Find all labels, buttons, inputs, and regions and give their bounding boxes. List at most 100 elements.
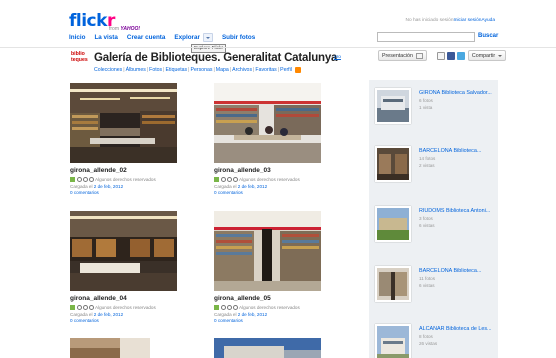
nav-home[interactable]: Inicio [69, 34, 85, 41]
license-text[interactable]: Algunos derechos reservados [95, 305, 156, 310]
gallery-thumbnail[interactable] [375, 324, 411, 358]
photo-thumbnail[interactable] [214, 83, 321, 163]
subnav-albums[interactable]: Álbumes [126, 67, 146, 73]
photo-title[interactable]: girona_allende_03 [214, 167, 321, 174]
photo-title[interactable]: girona_allende_02 [70, 167, 177, 174]
gallery-view-count: 2 vistas [419, 163, 435, 168]
gallery-title[interactable]: ALCANAR Biblioteca de Les... [419, 326, 492, 333]
subnav-archives[interactable]: Archivos [232, 67, 252, 73]
comments-link[interactable]: 0 comentarios [70, 190, 177, 195]
photo-thumbnail[interactable] [70, 211, 177, 291]
cc-nc-icon [233, 305, 238, 310]
license-text[interactable]: Algunos derechos reservados [239, 177, 300, 182]
gallery-view-count: 1 vista [419, 105, 433, 110]
sidebar-gallery-item[interactable]: GIRONA Biblioteca Salvador... 6 fotos 1 … [375, 88, 495, 136]
comments-link[interactable]: 0 comentarios [70, 318, 177, 323]
nav-explore-label[interactable]: Explorar [174, 34, 200, 41]
comments-link[interactable]: 0 comentarios [214, 190, 321, 195]
gallery-title[interactable]: GIRONA Biblioteca Salvador... [419, 90, 492, 97]
license-icon [70, 305, 75, 310]
badge-line-2: teques [71, 56, 88, 63]
photo-upload-date: Cargada el 2 de feb, 2012 [214, 184, 268, 189]
upload-date-link[interactable]: 2 de feb, 2012 [94, 184, 123, 189]
photo-thumbnail[interactable] [70, 83, 177, 163]
upload-date-link[interactable]: 2 de feb, 2012 [94, 312, 123, 317]
buddy-icon[interactable]: biblio teques [71, 51, 90, 66]
email-icon[interactable] [436, 51, 445, 60]
subnav-tags[interactable]: Etiquetas [166, 67, 188, 73]
share-button[interactable]: Compartir [467, 50, 507, 61]
galleries-sidebar: GIRONA Biblioteca Salvador... 6 fotos 1 … [369, 80, 498, 358]
subnav-favorites[interactable]: Favoritas [255, 67, 276, 73]
comments-link[interactable]: 0 comentarios [214, 318, 321, 323]
nav-upload[interactable]: Subir fotos [222, 34, 255, 41]
gallery-title[interactable]: BARCELONA Biblioteca... [419, 268, 481, 275]
photo-upload-date: Cargada el 2 de feb, 2012 [70, 312, 124, 317]
sidebar-gallery-item[interactable]: BARCELONA Biblioteca... 11 fotos 6 vista… [375, 266, 495, 314]
license-text[interactable]: Algunos derechos reservados [239, 305, 300, 310]
subnav-profile[interactable]: Perfil [280, 67, 292, 73]
photo-title[interactable]: girona_allende_04 [70, 295, 177, 302]
help-link[interactable]: Ayuda [481, 18, 495, 23]
pro-badge[interactable]: pro [334, 55, 341, 60]
license-text[interactable]: Algunos derechos reservados [95, 177, 156, 182]
logo-text-a: flick [69, 11, 107, 31]
cc-by-icon [83, 177, 88, 182]
license-icon [70, 177, 75, 182]
gallery-photo-count: 6 fotos [419, 98, 433, 103]
top-nav: Inicio La vista Crear cuenta Explorar Su… [69, 33, 264, 42]
nav-create-account[interactable]: Crear cuenta [127, 34, 166, 41]
photo-license: Algunos derechos reservados [70, 177, 177, 182]
sidebar-gallery-item[interactable]: ALCANAR Biblioteca de Les... 8 fotos 26 … [375, 324, 495, 358]
gallery-thumbnail[interactable] [375, 88, 411, 124]
profile-subnav: Colecciones | Álbumes | Fotos | Etiquetas | … [94, 67, 301, 73]
gallery-thumbnail[interactable] [375, 206, 411, 242]
gallery-photo-count: 11 fotos [419, 276, 436, 281]
account-links: No has iniciado sesión Iniciar sesión Ay… [399, 18, 495, 23]
cc-by-icon [83, 305, 88, 310]
slideshow-button[interactable]: Presentación [378, 50, 427, 61]
gallery-thumbnail[interactable] [375, 266, 411, 302]
gallery-thumbnail[interactable] [375, 146, 411, 182]
subnav-map[interactable]: Mapa [216, 67, 229, 73]
search-button[interactable]: Buscar [478, 33, 498, 39]
upload-date-link[interactable]: 2 de feb, 2012 [238, 312, 267, 317]
sidebar-gallery-item[interactable]: RIUDOMS Biblioteca Antoni... 3 fotos 6 v… [375, 206, 495, 254]
flickr-logo[interactable]: flickr [69, 13, 115, 30]
photo-thumbnail[interactable] [214, 338, 321, 358]
upload-date-link[interactable]: 2 de feb, 2012 [238, 184, 267, 189]
license-icon [214, 305, 219, 310]
subnav-people[interactable]: Personas [191, 67, 213, 73]
gallery-title[interactable]: RIUDOMS Biblioteca Antoni... [419, 208, 490, 215]
twitter-icon[interactable] [456, 51, 465, 60]
photo-upload-date: Cargada el 2 de feb, 2012 [70, 184, 124, 189]
photo-title[interactable]: girona_allende_05 [214, 295, 321, 302]
photo-thumbnail[interactable] [70, 338, 150, 358]
rss-icon[interactable] [294, 67, 301, 73]
subnav-photos[interactable]: Fotos [149, 67, 162, 73]
search-input[interactable] [377, 32, 475, 42]
nav-explore[interactable]: Explorar [174, 33, 213, 42]
gallery-title[interactable]: BARCELONA Biblioteca... [419, 148, 481, 155]
logo-from-yahoo: from YAHOO! [109, 26, 141, 32]
photo-item: girona_allende_05 Algunos derechos reser… [214, 211, 321, 323]
cc-nc-icon [233, 177, 238, 182]
photo-item: girona_allende_03 Algunos derechos reser… [214, 83, 321, 195]
cc-nc-icon [89, 177, 94, 182]
subnav-collections[interactable]: Colecciones [94, 67, 122, 73]
photo-thumbnail[interactable] [214, 211, 321, 291]
nav-the-tour[interactable]: La vista [94, 34, 117, 41]
sidebar-gallery-item[interactable]: BARCELONA Biblioteca... 14 fotos 2 vista… [375, 146, 495, 194]
photo-license: Algunos derechos reservados [214, 305, 321, 310]
chevron-down-icon[interactable] [202, 33, 213, 42]
share-label: Compartir [471, 52, 496, 59]
license-icon [214, 177, 219, 182]
cc-nc-icon [89, 305, 94, 310]
cc-by-icon [227, 177, 232, 182]
gallery-view-count: 26 vistas [419, 341, 438, 346]
sign-in-link[interactable]: Iniciar sesión [453, 18, 481, 23]
photo-upload-date: Cargada el 2 de feb, 2012 [214, 312, 268, 317]
facebook-icon[interactable] [446, 51, 455, 60]
chevron-down-icon [498, 54, 503, 57]
gallery-photo-count: 8 fotos [419, 334, 433, 339]
